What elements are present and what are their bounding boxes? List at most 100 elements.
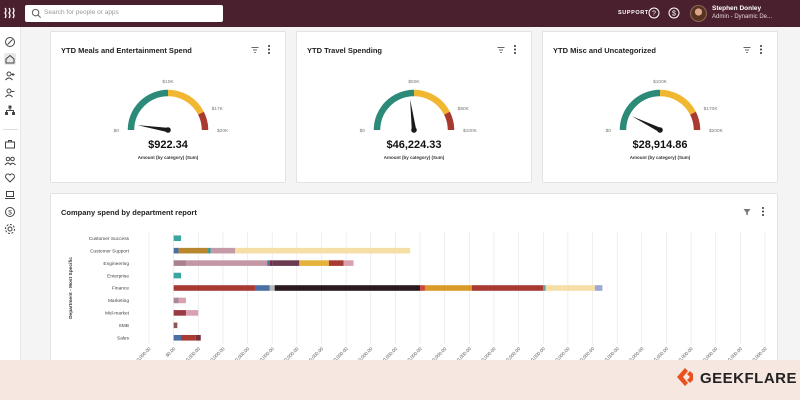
remove-user-icon[interactable] (4, 87, 16, 99)
bar-segment[interactable] (178, 247, 209, 254)
gauge-tick-top: $100K (653, 79, 668, 85)
laptop-icon[interactable] (4, 189, 16, 201)
card-title: YTD Misc and Uncategorized (553, 46, 656, 55)
gauge-tick-mid: $80K (458, 106, 470, 112)
briefcase-icon[interactable] (4, 138, 16, 150)
home-icon[interactable] (4, 53, 16, 65)
bar-segment[interactable] (471, 285, 544, 291)
gauge-tick-max: $100K (463, 128, 478, 134)
gauge-segment-low (373, 89, 415, 131)
bar-segment[interactable] (235, 247, 411, 254)
bar-segment[interactable] (254, 285, 270, 291)
bar-segment[interactable] (173, 297, 179, 304)
gauge-tick-mid: $17K (212, 106, 224, 112)
gauge-tick-min: $0 (114, 128, 120, 134)
gauge-tick-mid: $170K (704, 106, 719, 112)
bar-segment[interactable] (173, 235, 182, 242)
bar-segment[interactable] (328, 260, 344, 266)
gauge-value: $46,224.33 (386, 139, 442, 151)
more-options-icon[interactable] (512, 44, 518, 55)
gauge-segment-mid (167, 89, 204, 115)
bar-segment[interactable] (269, 260, 273, 266)
bar-segment[interactable] (269, 285, 275, 291)
search-input[interactable]: Search for people or apps (25, 5, 223, 22)
gauge-segment-high (443, 111, 455, 131)
user-name[interactable]: Stephen Donley (712, 5, 761, 12)
gauge-segment-high (689, 111, 701, 131)
dollar-icon[interactable]: $ (4, 206, 16, 218)
gauge-value: $922.34 (148, 139, 188, 151)
filter-icon[interactable] (251, 46, 259, 54)
gauge-card-misc: YTD Misc and Uncategorized $0 $100K $170K $… (542, 31, 778, 183)
filter-icon[interactable] (497, 46, 505, 54)
gauge-segment-mid (413, 89, 450, 115)
gauge-segment-mid (659, 89, 696, 115)
gauge-needle (137, 125, 169, 133)
bar-segment[interactable] (272, 260, 300, 266)
gauge-needle (632, 116, 661, 132)
x-tick-label: $0.00 (165, 346, 177, 358)
avatar[interactable] (690, 5, 707, 22)
bar-segment[interactable] (173, 285, 255, 291)
gauge-caption: Amount (by category) (Sum) (383, 155, 445, 160)
y-axis-label: Department - Most Specific (68, 257, 74, 319)
y-category-label: Finance (112, 286, 129, 292)
geekflare-logo-icon (677, 368, 693, 386)
card-title: YTD Meals and Entertainment Spend (61, 46, 192, 55)
gauge-segment-high (197, 111, 209, 131)
bar-segment[interactable] (178, 297, 186, 304)
org-chart-icon[interactable] (4, 104, 16, 116)
bar-segment[interactable] (424, 285, 472, 291)
bar-segment[interactable] (173, 272, 182, 279)
more-options-icon[interactable] (758, 44, 764, 55)
bar-segment[interactable] (181, 334, 196, 341)
bar-segment[interactable] (185, 310, 199, 316)
bar-segment[interactable] (299, 260, 329, 266)
department-bar-chart: -$10,000.00 $0.00 $10,000.00 $20,000.00 $30,… (68, 232, 768, 362)
svg-text:$: $ (8, 210, 12, 217)
gauge-card-travel: YTD Travel Spending $0 $50K $80K $100K $46,… (296, 31, 532, 183)
y-category-label: Customer Success (89, 236, 130, 242)
y-category-label: Sales (117, 335, 130, 341)
help-icon[interactable]: ? (648, 7, 660, 19)
gauge-card-meals: YTD Meals and Entertainment Spend $0 $10K… (50, 31, 286, 183)
bar-segment[interactable] (274, 285, 421, 291)
gauge-tick-min: $0 (606, 128, 612, 134)
gauge-needle-hub (165, 127, 171, 133)
filter-icon[interactable] (743, 46, 751, 54)
bar-segment[interactable] (185, 260, 268, 266)
dollar-icon[interactable]: $ (668, 7, 680, 19)
bar-segment[interactable] (267, 260, 270, 266)
user-role[interactable]: Admin - Dynamic De... (712, 14, 772, 20)
bar-segment[interactable] (173, 247, 179, 254)
people-icon[interactable] (4, 155, 16, 167)
gauge-chart: $0 $50K $80K $100K (360, 79, 478, 134)
bar-segment[interactable] (420, 285, 425, 291)
bar-segment[interactable] (210, 247, 236, 254)
support-link[interactable]: SUPPORT (618, 10, 649, 16)
gauge-caption: Amount (by category) (Sum) (629, 155, 691, 160)
gauge-value: $28,914.86 (632, 139, 688, 151)
rippling-logo-icon[interactable] (4, 7, 16, 19)
bar-segment[interactable] (173, 310, 186, 316)
more-options-icon[interactable] (266, 44, 272, 55)
gauge-caption: Amount (by category) (Sum) (137, 155, 199, 160)
bar-segment[interactable] (173, 260, 186, 266)
bar-segment[interactable] (594, 285, 603, 291)
svg-text:$: $ (672, 11, 676, 18)
bar-segment[interactable] (173, 322, 178, 329)
bar-segment[interactable] (173, 334, 182, 341)
gear-icon[interactable] (4, 223, 16, 235)
search-icon (31, 8, 42, 19)
gauge-tick-min: $0 (360, 128, 366, 134)
heart-icon[interactable] (4, 172, 16, 184)
y-category-label: Mid-market (105, 311, 130, 317)
compass-icon[interactable] (4, 36, 16, 48)
bar-segment[interactable] (545, 285, 595, 291)
bar-segment[interactable] (343, 260, 354, 266)
bar-segment[interactable] (208, 247, 211, 254)
bar-segment[interactable] (543, 285, 546, 291)
bar-segment[interactable] (195, 334, 201, 341)
add-user-icon[interactable] (4, 70, 16, 82)
top-bar: Search for people or apps SUPPORT ? $ St… (0, 0, 800, 27)
